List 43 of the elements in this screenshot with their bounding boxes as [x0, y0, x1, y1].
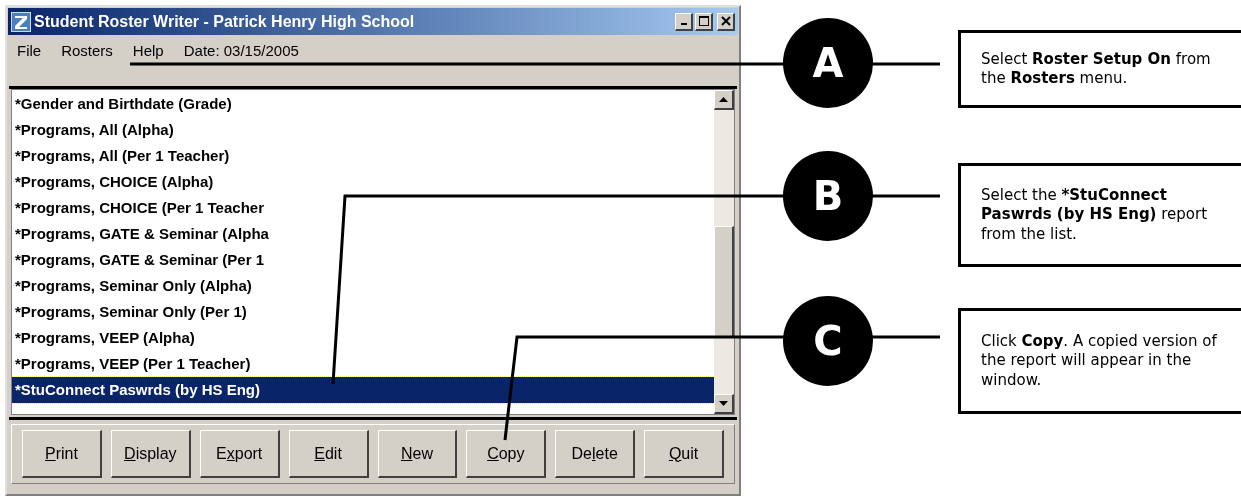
action-button[interactable]: Delete [555, 430, 636, 478]
action-button[interactable]: New [377, 430, 458, 478]
action-button[interactable]: Edit [288, 430, 369, 478]
callout-badge: B [783, 151, 873, 241]
list-item[interactable]: *Programs, Seminar Only (Alpha) [12, 273, 714, 299]
list-item[interactable]: *Programs, VEEP (Per 1 Teacher) [12, 351, 714, 377]
menu-item[interactable]: Date: 03/15/2005 [183, 39, 299, 63]
callout-badge: C [783, 296, 873, 386]
instruction-text: Select Roster Setup On from the Rosters menu. [981, 49, 1212, 89]
list-item[interactable]: *Gender and Birthdate (Grade) [12, 91, 714, 117]
maximize-icon [698, 16, 709, 26]
action-button[interactable]: Copy [466, 430, 547, 478]
list-item[interactable]: *Programs, Seminar Only (Per 1) [12, 299, 714, 325]
list-item[interactable]: *Programs, GATE & Seminar (Per 1 [12, 247, 714, 273]
close-icon [720, 16, 731, 26]
list-item[interactable]: *Programs, CHOICE (Alpha) [12, 169, 714, 195]
list-item[interactable]: *StuConnect Paswrds (by HS Eng) [12, 377, 714, 403]
instruction-text: Click Copy. A copied version of the report will appear in the window. [981, 331, 1218, 391]
action-button[interactable]: Quit [644, 430, 724, 478]
action-button[interactable]: Print [22, 430, 102, 478]
close-button[interactable] [717, 12, 735, 31]
app-logo-icon [11, 11, 31, 32]
list-item[interactable]: *Programs, All (Alpha) [12, 117, 714, 143]
list-item[interactable]: *Programs, All (Per 1 Teacher) [12, 143, 714, 169]
callout-badge: A [783, 18, 873, 108]
window-title: Student Roster Writer - Patrick Henry High School [34, 11, 415, 32]
list-item[interactable]: *Programs, GATE & Seminar (Alpha [12, 221, 714, 247]
instruction-text: Select the *StuConnect Paswrds (by HS Eng) report from the list. [981, 185, 1209, 245]
scroll-thumb[interactable] [714, 226, 734, 338]
up-arrow-icon [719, 97, 728, 102]
menu-item[interactable]: Rosters [61, 39, 113, 63]
menu-item[interactable]: File [17, 39, 42, 63]
maximize-button[interactable] [695, 12, 713, 31]
minimize-button[interactable] [675, 12, 693, 31]
scroll-down-button[interactable] [714, 394, 734, 414]
scrollbar[interactable] [714, 90, 734, 414]
list-item[interactable]: *Programs, VEEP (Alpha) [12, 325, 714, 351]
action-button[interactable]: Display [110, 430, 191, 478]
menu-item[interactable]: Help [132, 39, 164, 63]
list-item[interactable]: *Programs, CHOICE (Per 1 Teacher [12, 195, 714, 221]
scroll-up-button[interactable] [714, 90, 734, 110]
down-arrow-icon [719, 401, 728, 406]
action-button[interactable]: Export [199, 430, 280, 478]
